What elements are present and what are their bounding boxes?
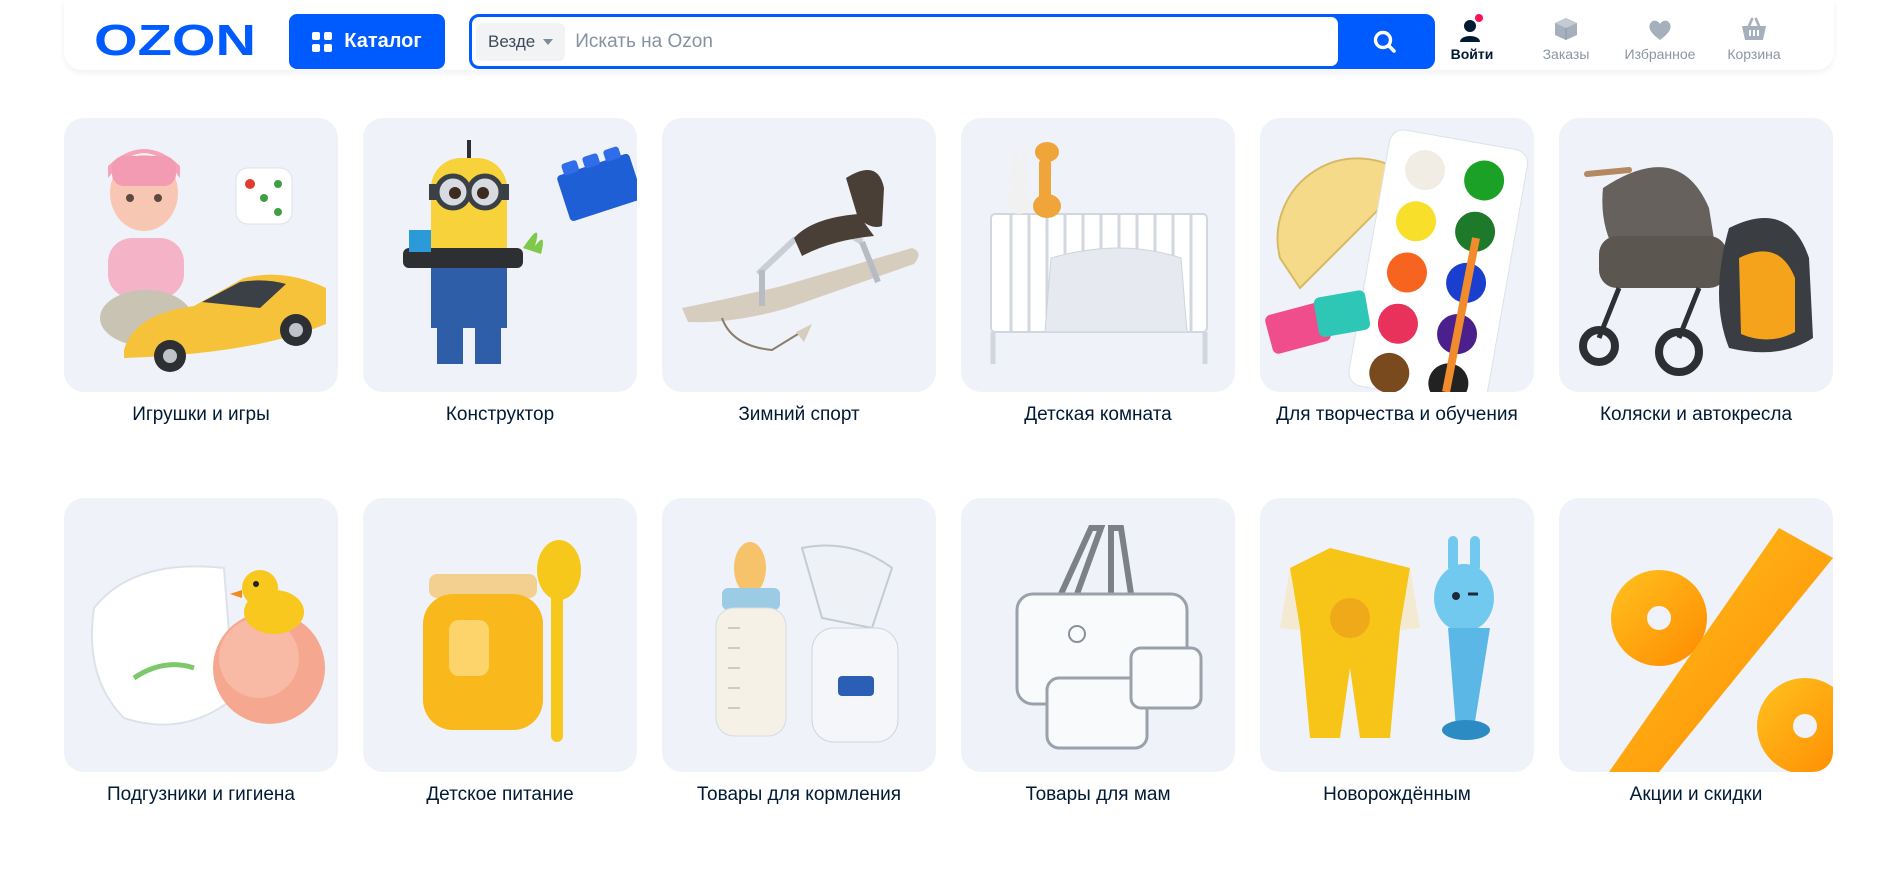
caret-down-icon	[543, 38, 554, 45]
toys-image	[64, 118, 338, 392]
grid-icon	[312, 31, 333, 52]
sales-image	[1559, 498, 1833, 772]
category-label: Игрушки и игры	[132, 404, 270, 425]
category-card-feeding[interactable]: Товары для кормления	[662, 498, 936, 806]
construction-image	[363, 118, 637, 392]
favorites-label: Избранное	[1624, 46, 1696, 62]
category-label: Детская комната	[1024, 404, 1172, 425]
category-label: Новорождённым	[1323, 784, 1471, 805]
catalog-label: Каталог	[344, 30, 422, 52]
newborn-image	[1260, 498, 1534, 772]
catalog-button[interactable]: Каталог	[289, 14, 445, 69]
category-card-creativity[interactable]: Для творчества и обучения	[1260, 118, 1534, 426]
strollers-image	[1559, 118, 1833, 392]
search-input[interactable]	[565, 29, 1338, 54]
category-card-moms[interactable]: Товары для мам	[961, 498, 1235, 806]
diapers-image	[64, 498, 338, 772]
category-label: Товары для мам	[1025, 784, 1171, 805]
feeding-image	[662, 498, 936, 772]
category-label: Конструктор	[445, 404, 555, 425]
svg-text:OZON: OZON	[94, 20, 256, 60]
category-card-sales[interactable]: Акции и скидки	[1559, 498, 1833, 806]
category-card-newborn[interactable]: Новорождённым	[1260, 498, 1534, 806]
search-scope-dropdown[interactable]: Везде	[476, 22, 566, 61]
category-card-toys[interactable]: Игрушки и игры	[64, 118, 338, 426]
orders-label: Заказы	[1542, 46, 1590, 62]
search-scope-label: Везде	[488, 31, 536, 51]
category-label: Детское питание	[426, 784, 574, 805]
category-label: Зимний спорт	[738, 404, 860, 425]
moms-image	[961, 498, 1235, 772]
category-card-strollers[interactable]: Коляски и автокресла	[1559, 118, 1833, 426]
category-card-winter-sport[interactable]: Зимний спорт	[662, 118, 936, 426]
basket-icon	[1742, 17, 1766, 40]
ozon-logo[interactable]: OZON	[94, 20, 264, 60]
search-icon	[1373, 30, 1396, 53]
category-label: Акции и скидки	[1629, 784, 1763, 805]
category-label: Подгузники и гигиена	[107, 784, 295, 805]
cart-label: Корзина	[1727, 46, 1781, 62]
category-label: Для творчества и обучения	[1276, 404, 1518, 425]
creativity-image	[1260, 118, 1534, 392]
user-icon	[1460, 14, 1483, 42]
baby-food-image	[363, 498, 637, 772]
category-card-kids-room[interactable]: Детская комната	[961, 118, 1235, 426]
category-card-diapers[interactable]: Подгузники и гигиена	[64, 498, 338, 806]
winter-sport-image	[662, 118, 936, 392]
site-header: OZON Каталог Везде Искать на Ozon Войти …	[64, 0, 1834, 70]
category-card-baby-food[interactable]: Детское питание	[363, 498, 637, 806]
search-bar: Везде	[469, 14, 1435, 69]
box-icon	[1555, 18, 1577, 40]
category-card-construction[interactable]: Конструктор	[363, 118, 637, 426]
favorites-button[interactable]: Избранное	[1615, 14, 1705, 64]
kids-room-image	[961, 118, 1235, 392]
heart-icon	[1649, 20, 1671, 40]
cart-button[interactable]: Корзина	[1709, 14, 1799, 64]
category-label: Коляски и автокресла	[1599, 404, 1793, 425]
login-button[interactable]: Войти	[1427, 14, 1517, 64]
category-label: Товары для кормления	[696, 784, 902, 805]
login-label: Войти	[1450, 46, 1494, 62]
orders-button[interactable]: Заказы	[1521, 14, 1611, 64]
search-button[interactable]	[1338, 17, 1432, 66]
